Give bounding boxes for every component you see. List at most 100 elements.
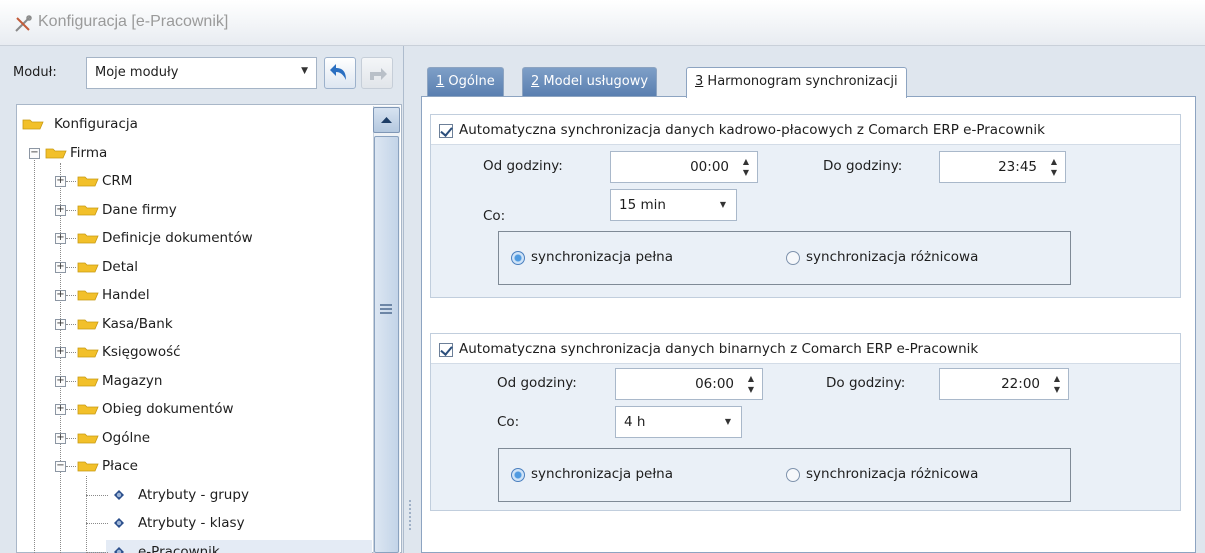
group-title: Automatyczna synchronizacja danych binar… — [459, 341, 979, 357]
sync-group-payroll: Automatyczna synchronizacja danych kadro… — [430, 114, 1181, 298]
expand-icon[interactable]: + — [55, 233, 66, 244]
tree-node-item[interactable]: CRM — [102, 167, 132, 195]
folder-icon — [77, 433, 99, 443]
tree-node-item[interactable]: Płace — [102, 452, 138, 480]
expand-icon[interactable]: + — [55, 318, 66, 330]
chevron-down-icon: ▼ — [719, 200, 726, 209]
settings-node-icon — [114, 546, 124, 553]
collapse-icon[interactable]: − — [55, 461, 66, 472]
tree-connector — [66, 409, 76, 410]
tree-node-item[interactable]: Księgowość — [102, 338, 181, 366]
tree-connector — [86, 476, 87, 553]
tab-number: 3 — [695, 74, 704, 89]
every-label: Co: — [483, 208, 506, 224]
to-time-value: 22:00 — [1001, 376, 1040, 392]
folder-icon — [77, 347, 99, 358]
tab-number: 1 — [436, 74, 445, 89]
tree-node-leaf[interactable]: e-Pracownik — [138, 538, 220, 553]
folder-icon — [77, 376, 99, 386]
tab-label: Harmonogram synchronizacji — [707, 74, 898, 89]
tree-connector — [66, 266, 76, 268]
expand-icon[interactable]: + — [55, 347, 66, 358]
expand-icon[interactable]: + — [55, 290, 66, 301]
scroll-grip-icon — [380, 304, 392, 314]
auto-sync-payroll-checkbox[interactable] — [439, 124, 453, 138]
folder-icon — [77, 319, 99, 329]
tree-node-item[interactable]: Handel — [102, 281, 150, 309]
to-label: Do godziny: — [826, 375, 906, 391]
to-time-input[interactable]: 22:00 ▲ ▼ — [939, 368, 1069, 400]
tree-connector — [86, 523, 108, 524]
from-time-input[interactable]: 00:00 ▲ ▼ — [610, 151, 758, 183]
radio-full-sync[interactable] — [511, 251, 525, 265]
to-time-input[interactable]: 23:45 ▲ ▼ — [939, 151, 1066, 183]
tree-node-leaf[interactable]: Atrybuty - klasy — [138, 509, 245, 537]
sync-group-binary: Automatyczna synchronizacja danych binar… — [430, 333, 1181, 511]
interval-select[interactable]: 4 h ▼ — [615, 406, 742, 438]
radio-full-sync[interactable] — [511, 468, 525, 482]
chevron-down-icon: ▼ — [724, 417, 731, 426]
folder-icon — [22, 119, 44, 130]
settings-node-icon — [114, 489, 124, 500]
spin-arrows-icon[interactable]: ▲ ▼ — [748, 373, 754, 395]
tree-connector — [66, 466, 76, 467]
interval-select[interactable]: 15 min ▼ — [610, 189, 737, 221]
tree-node-item[interactable]: Ogólne — [102, 424, 150, 452]
expand-icon[interactable]: + — [55, 375, 66, 387]
spin-arrows-icon[interactable]: ▲ ▼ — [743, 156, 749, 178]
group-title: Automatyczna synchronizacja danych kadro… — [459, 122, 1045, 138]
tab-number: 2 — [531, 74, 540, 89]
from-label: Od godziny: — [483, 158, 563, 174]
tree-connector — [66, 295, 76, 296]
tree-node-item[interactable]: Magazyn — [102, 367, 162, 395]
tree-node-item[interactable]: Definicje dokumentów — [102, 224, 253, 252]
tab-label: Model usługowy — [543, 74, 649, 89]
scroll-thumb[interactable] — [374, 136, 399, 553]
radio-diff-sync[interactable] — [786, 251, 800, 265]
from-time-value: 00:00 — [690, 159, 729, 175]
expand-icon[interactable]: + — [55, 432, 66, 444]
tree-node-item[interactable]: Dane firmy — [102, 196, 177, 224]
collapse-icon[interactable]: − — [29, 147, 40, 159]
tree-connector — [66, 437, 76, 439]
tab-ogolne[interactable]: 1 Ogólne — [427, 67, 504, 96]
tree-connector — [66, 352, 76, 353]
every-label: Co: — [497, 414, 520, 430]
tree-connector — [66, 181, 76, 182]
sync-mode-box: synchronizacja pełna synchronizacja różn… — [498, 231, 1071, 285]
panel-splitter[interactable] — [404, 46, 417, 553]
expand-icon[interactable]: + — [55, 204, 66, 216]
tab-model-uslugowy[interactable]: 2 Model usługowy — [522, 67, 658, 96]
expand-icon[interactable]: + — [55, 404, 66, 415]
scroll-up-button[interactable] — [373, 107, 400, 133]
tree-node-leaf[interactable]: Atrybuty - grupy — [138, 481, 249, 509]
folder-icon — [77, 290, 99, 301]
spin-arrows-icon[interactable]: ▲ ▼ — [1051, 156, 1057, 178]
auto-sync-binary-checkbox[interactable] — [439, 343, 453, 357]
tree-connector — [66, 323, 76, 325]
tree-nodes: Konfiguracja − Firma + CRM + Dane firmy + Defini… — [0, 0, 372, 553]
spin-arrows-icon[interactable]: ▲ ▼ — [1054, 373, 1060, 395]
splitter-grip-icon — [409, 500, 412, 530]
radio-full-label: synchronizacja pełna — [531, 249, 674, 265]
expand-icon[interactable]: + — [55, 261, 66, 273]
radio-diff-sync[interactable] — [786, 468, 800, 482]
tree-connector — [66, 238, 76, 239]
from-label: Od godziny: — [497, 375, 577, 391]
radio-full-label: synchronizacja pełna — [531, 466, 674, 482]
tree-node-item[interactable]: Detal — [102, 253, 138, 281]
tree-node-firma[interactable]: Firma — [70, 139, 107, 167]
sync-mode-box: synchronizacja pełna synchronizacja różn… — [498, 448, 1071, 502]
to-time-value: 23:45 — [998, 159, 1037, 175]
from-time-input[interactable]: 06:00 ▲ ▼ — [615, 368, 763, 400]
folder-icon — [77, 205, 99, 215]
tree-node-item[interactable]: Obieg dokumentów — [102, 395, 234, 423]
folder-icon — [77, 233, 99, 244]
tree-connector — [86, 551, 108, 553]
from-time-value: 06:00 — [695, 376, 734, 392]
tree-node-item[interactable]: Kasa/Bank — [102, 310, 173, 338]
expand-icon[interactable]: + — [55, 176, 66, 187]
folder-icon — [77, 176, 99, 187]
tab-harmonogram[interactable]: 3 Harmonogram synchronizacji — [686, 67, 907, 98]
tree-node-konfiguracja[interactable]: Konfiguracja — [54, 110, 138, 138]
